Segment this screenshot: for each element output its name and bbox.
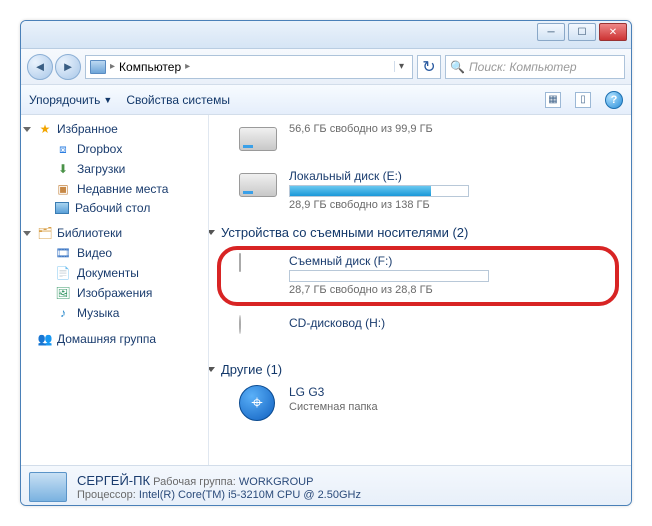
video-icon: 🎞 (55, 245, 71, 261)
highlight-annotation: Съемный диск (F:) 28,7 ГБ свободно из 28… (217, 246, 619, 306)
drive-item[interactable]: 56,6 ГБ свободно из 99,9 ГБ (217, 119, 623, 165)
search-placeholder: Поиск: Компьютер (469, 60, 577, 74)
drive-free-space: 56,6 ГБ свободно из 99,9 ГБ (289, 123, 433, 135)
preview-pane-button[interactable]: ▯ (575, 92, 591, 108)
section-other[interactable]: Другие (1) (217, 358, 623, 381)
collapse-icon (23, 127, 31, 132)
sidebar-item-downloads[interactable]: ⬇ Загрузки (21, 159, 208, 179)
close-button[interactable]: ✕ (599, 23, 627, 41)
sidebar-item-music[interactable]: ♪ Музыка (21, 303, 208, 323)
path-separator-icon: ▸ (110, 61, 115, 72)
toolbar: Упорядочить ▼ Свойства системы ▦ ▯ ? (21, 85, 631, 115)
sidebar-item-recent[interactable]: ▣ Недавние места (21, 179, 208, 199)
navigation-bar: ◄ ► ▸ Компьютер ▸ ▾ ↻ 🔍 Поиск: Компьютер (21, 49, 631, 85)
bluetooth-icon: ⌖ (239, 385, 275, 421)
drive-item[interactable]: Локальный диск (E:) 28,9 ГБ свободно из … (217, 165, 623, 221)
sidebar-item-dropbox[interactable]: ⧈ Dropbox (21, 139, 208, 159)
details-pane: СЕРГЕЙ-ПК Рабочая группа: WORKGROUP Проц… (21, 465, 631, 506)
view-mode-button[interactable]: ▦ (545, 92, 561, 108)
favorites-group[interactable]: ★ Избранное (21, 119, 208, 139)
sidebar-item-images[interactable]: 🖼 Изображения (21, 283, 208, 303)
sidebar-item-desktop[interactable]: Рабочий стол (21, 199, 208, 217)
libraries-icon: 🗂 (37, 225, 53, 241)
explorer-window: ─ ☐ ✕ ◄ ► ▸ Компьютер ▸ ▾ ↻ 🔍 Поиск: Ком… (20, 20, 632, 506)
libraries-group[interactable]: 🗂 Библиотеки (21, 223, 208, 243)
sidebar-item-documents[interactable]: 📄 Документы (21, 263, 208, 283)
device-label: LG G3 (289, 385, 378, 399)
address-segment[interactable]: Компьютер (119, 60, 181, 74)
dropbox-icon: ⧈ (55, 141, 71, 157)
search-input[interactable]: 🔍 Поиск: Компьютер (445, 55, 625, 79)
images-icon: 🖼 (55, 285, 71, 301)
content-pane: 56,6 ГБ свободно из 99,9 ГБ Локальный ди… (209, 115, 631, 465)
drive-free-space: 28,7 ГБ свободно из 28,8 ГБ (289, 284, 489, 296)
navigation-pane: ★ Избранное ⧈ Dropbox ⬇ Загрузки ▣ Недав… (21, 115, 209, 465)
drive-item-removable-f[interactable]: Съемный диск (F:) 28,7 ГБ свободно из 28… (239, 254, 603, 296)
workgroup-value: WORKGROUP (239, 476, 314, 488)
organize-menu[interactable]: Упорядочить ▼ (29, 93, 112, 107)
hdd-icon (239, 173, 277, 197)
hdd-icon (239, 127, 277, 151)
sidebar-item-video[interactable]: 🎞 Видео (21, 243, 208, 263)
computer-icon (29, 472, 67, 502)
path-separator-icon: ▸ (185, 61, 190, 72)
search-icon: 🔍 (450, 60, 465, 74)
help-button[interactable]: ? (605, 91, 623, 109)
device-item-lg[interactable]: ⌖ LG G3 Системная папка (217, 381, 623, 427)
address-bar[interactable]: ▸ Компьютер ▸ ▾ (85, 55, 413, 79)
cd-drive-icon (239, 315, 241, 334)
capacity-bar (289, 270, 489, 282)
collapse-icon (209, 367, 215, 372)
homegroup-icon: 👥 (37, 331, 53, 347)
capacity-bar (289, 185, 469, 197)
star-icon: ★ (37, 121, 53, 137)
minimize-button[interactable]: ─ (537, 23, 565, 41)
device-sublabel: Системная папка (289, 401, 378, 413)
system-properties-button[interactable]: Свойства системы (126, 93, 230, 107)
documents-icon: 📄 (55, 265, 71, 281)
workgroup-label: Рабочая группа: (153, 476, 236, 488)
maximize-button[interactable]: ☐ (568, 23, 596, 41)
section-removable[interactable]: Устройства со съемными носителями (2) (217, 221, 623, 244)
downloads-icon: ⬇ (55, 161, 71, 177)
cpu-value: Intel(R) Core(TM) i5-3210M CPU @ 2.50GHz (139, 489, 361, 501)
drive-free-space: 28,9 ГБ свободно из 138 ГБ (289, 199, 469, 211)
address-dropdown-icon[interactable]: ▾ (394, 61, 408, 72)
forward-button[interactable]: ► (55, 54, 81, 80)
collapse-icon (209, 230, 215, 235)
back-button[interactable]: ◄ (27, 54, 53, 80)
drive-label: Локальный диск (E:) (289, 169, 469, 183)
cpu-label: Процессор: (77, 489, 136, 501)
collapse-icon (23, 231, 31, 236)
desktop-icon (55, 202, 69, 214)
drive-label: CD-дисковод (H:) (289, 316, 385, 330)
drive-item-cd[interactable]: CD-дисковод (H:) (217, 312, 623, 358)
music-icon: ♪ (55, 305, 71, 321)
drive-label: Съемный диск (F:) (289, 254, 489, 268)
homegroup-group[interactable]: 👥 Домашняя группа (21, 329, 208, 349)
titlebar[interactable]: ─ ☐ ✕ (21, 21, 631, 49)
computer-name: СЕРГЕЙ-ПК (77, 473, 150, 488)
computer-icon (90, 60, 106, 74)
recent-icon: ▣ (55, 181, 71, 197)
removable-disk-icon (239, 253, 241, 272)
refresh-button[interactable]: ↻ (417, 55, 441, 79)
